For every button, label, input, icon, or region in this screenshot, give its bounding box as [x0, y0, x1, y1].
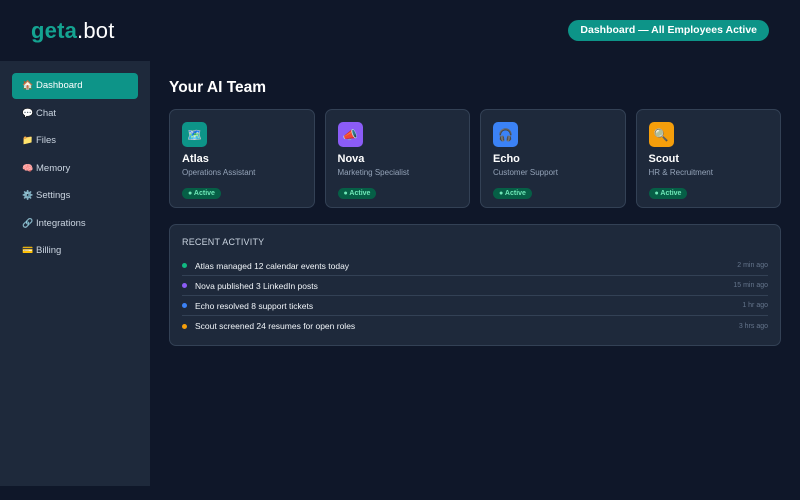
link-icon: 🔗: [22, 217, 34, 228]
activity-text: Echo resolved 8 support tickets: [195, 300, 314, 311]
headphones-icon: 🎧: [493, 122, 518, 147]
status-badge: ● Active: [648, 188, 688, 199]
sidebar-item-label: Memory: [36, 162, 71, 174]
credit-card-icon: 💳: [22, 245, 34, 256]
activity-row: Echo resolved 8 support tickets 1 hr ago: [182, 296, 768, 316]
status-badge: ● Active: [337, 188, 377, 199]
sidebar-item-settings[interactable]: ⚙️ Settings: [12, 183, 138, 209]
status-badge: ● Active: [182, 188, 221, 199]
activity-heading: Recent Activity: [182, 237, 265, 247]
main-content: Your AI Team 🗺️ Atlas Operations Assista…: [150, 61, 800, 486]
status-dot: [182, 283, 187, 288]
activity-time: 3 hrs ago: [738, 322, 768, 330]
employee-cards: 🗺️ Atlas Operations Assistant ● Active 📣…: [169, 109, 781, 208]
activity-time: 2 min ago: [737, 262, 768, 269]
employee-name: Echo: [493, 153, 520, 165]
sidebar: 🏠 Dashboard 💬 Chat 📁 Files 🧠 Memory ⚙️ S…: [0, 61, 150, 486]
employee-name: Scout: [648, 153, 680, 165]
chat-bubble-icon: 💬: [22, 107, 34, 118]
activity-time: 15 min ago: [733, 282, 768, 289]
employee-card-scout[interactable]: 🔍 Scout HR & Recruitment ● Active: [635, 109, 781, 208]
sidebar-item-files[interactable]: 📁 Files: [12, 128, 138, 154]
activity-time: 1 hr ago: [742, 302, 768, 309]
sidebar-item-chat[interactable]: 💬 Chat: [12, 101, 138, 127]
employee-name: Nova: [337, 153, 365, 165]
status-badge: Dashboard — All Employees Active: [568, 20, 769, 41]
status-badge: ● Active: [493, 188, 532, 199]
map-icon: 🗺️: [182, 122, 207, 147]
activity-row: Scout screened 24 resumes for open roles…: [182, 316, 768, 336]
sidebar-item-label: Chat: [36, 107, 57, 119]
status-dot: [182, 263, 187, 268]
status-dot: [182, 303, 187, 308]
sidebar-item-label: Integrations: [36, 217, 86, 229]
sidebar-item-integrations[interactable]: 🔗 Integrations: [12, 211, 138, 237]
logo-tld: .bot: [77, 17, 115, 43]
employee-card-echo[interactable]: 🎧 Echo Customer Support ● Active: [480, 109, 626, 208]
employee-role: Operations Assistant: [182, 168, 256, 177]
sidebar-item-label: Billing: [36, 245, 62, 257]
employee-role: Marketing Specialist: [337, 168, 410, 177]
sidebar-item-memory[interactable]: 🧠 Memory: [12, 156, 138, 182]
sidebar-item-billing[interactable]: 💳 Billing: [12, 238, 138, 264]
status-dot: [182, 323, 187, 329]
home-icon: 🏠: [22, 80, 34, 91]
activity-row: Atlas managed 12 calendar events today 2…: [182, 256, 768, 276]
brain-icon: 🧠: [22, 162, 34, 173]
gear-icon: ⚙️: [22, 190, 34, 201]
recent-activity-panel: Recent Activity Atlas managed 12 calenda…: [169, 224, 781, 346]
employee-card-atlas[interactable]: 🗺️ Atlas Operations Assistant ● Active: [169, 109, 315, 208]
magnifier-icon: 🔍: [648, 122, 674, 147]
logo-brand: geta: [31, 17, 78, 43]
employee-role: Customer Support: [493, 168, 558, 177]
page-title: Your AI Team: [169, 79, 267, 96]
megaphone-icon: 📣: [337, 122, 363, 147]
activity-text: Atlas managed 12 calendar events today: [195, 260, 350, 271]
employee-role: HR & Recruitment: [648, 168, 713, 177]
employee-card-nova[interactable]: 📣 Nova Marketing Specialist ● Active: [324, 109, 470, 208]
app-logo[interactable]: geta.bot: [31, 18, 115, 44]
activity-row: Nova published 3 LinkedIn posts 15 min a…: [182, 276, 768, 296]
activity-text: Scout screened 24 resumes for open roles: [195, 321, 356, 331]
top-header: geta.bot Dashboard — All Employees Activ…: [0, 0, 800, 61]
folder-icon: 📁: [22, 135, 34, 146]
sidebar-item-label: Files: [36, 135, 57, 147]
activity-text: Nova published 3 LinkedIn posts: [195, 280, 318, 291]
employee-name: Atlas: [182, 153, 209, 165]
sidebar-item-label: Dashboard: [36, 80, 83, 92]
sidebar-item-label: Settings: [36, 190, 71, 202]
sidebar-item-dashboard[interactable]: 🏠 Dashboard: [12, 73, 138, 99]
